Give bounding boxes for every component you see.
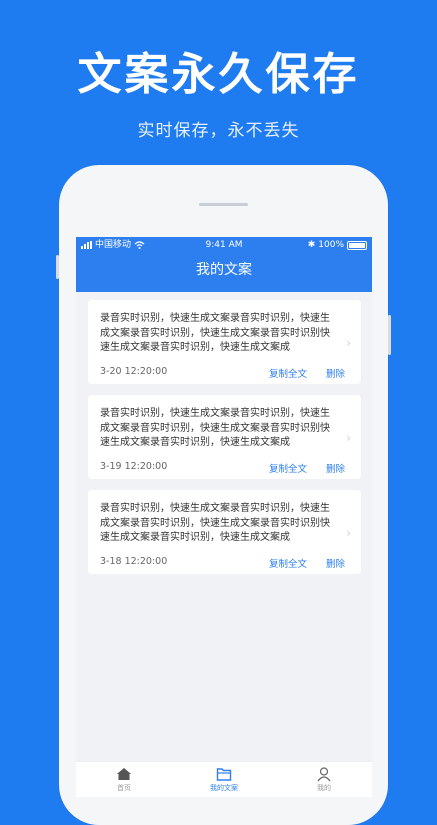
phone-frame: 中国移动 9:41 AM ✱ 100% 我的文案 录音实时识别，快速生成文案录音… bbox=[56, 165, 391, 825]
folder-icon bbox=[216, 768, 232, 781]
card-date: 3-20 12:20:00 bbox=[100, 366, 168, 377]
tab-profile[interactable]: 我的 bbox=[294, 766, 354, 794]
card-text: 录音实时识别，快速生成文案录音实时识别，快速生成文案录音实时识别，快速生成文案录… bbox=[100, 313, 330, 353]
phone-side-button bbox=[388, 315, 391, 355]
chevron-right-icon: › bbox=[346, 526, 351, 540]
list-item[interactable]: 录音实时识别，快速生成文案录音实时识别，快速生成文案录音实时识别，快速生成文案录… bbox=[88, 490, 361, 574]
list-item[interactable]: 录音实时识别，快速生成文案录音实时识别，快速生成文案录音实时识别，快速生成文案录… bbox=[88, 300, 361, 384]
status-bar: 中国移动 9:41 AM ✱ 100% bbox=[76, 237, 372, 253]
chevron-right-icon: › bbox=[346, 431, 351, 445]
phone-side-button bbox=[56, 255, 59, 279]
delete-button[interactable]: 删除 bbox=[326, 366, 345, 380]
list-item[interactable]: 录音实时识别，快速生成文案录音实时识别，快速生成文案录音实时识别，快速生成文案录… bbox=[88, 395, 361, 479]
home-icon bbox=[117, 768, 131, 780]
copy-all-button[interactable]: 复制全文 bbox=[269, 366, 307, 380]
tab-label: 我的文案 bbox=[210, 784, 238, 792]
card-date: 3-19 12:20:00 bbox=[100, 461, 168, 472]
bluetooth-icon: ✱ bbox=[307, 240, 316, 250]
tab-label: 首页 bbox=[117, 784, 131, 792]
chevron-right-icon: › bbox=[346, 336, 351, 350]
promo-subtitle: 实时保存，永不丢失 bbox=[137, 121, 300, 141]
battery-icon bbox=[347, 240, 367, 250]
nav-bar: 我的文案 bbox=[76, 253, 372, 292]
app-screen: 中国移动 9:41 AM ✱ 100% 我的文案 录音实时识别，快速生成文案录音… bbox=[76, 237, 372, 797]
card-text: 录音实时识别，快速生成文案录音实时识别，快速生成文案录音实时识别，快速生成文案录… bbox=[100, 503, 330, 543]
phone-speaker bbox=[199, 203, 248, 206]
tab-label: 我的 bbox=[317, 784, 331, 792]
delete-button[interactable]: 删除 bbox=[326, 461, 345, 475]
promo-title: 文案永久保存 bbox=[77, 49, 360, 100]
user-icon bbox=[317, 767, 331, 782]
tab-home[interactable]: 首页 bbox=[94, 766, 154, 794]
copy-all-button[interactable]: 复制全文 bbox=[269, 461, 307, 475]
card-date: 3-18 12:20:00 bbox=[100, 556, 168, 567]
delete-button[interactable]: 删除 bbox=[326, 556, 345, 570]
battery-percent: 100% bbox=[318, 240, 344, 250]
nav-title: 我的文案 bbox=[196, 262, 252, 278]
tab-my-copy[interactable]: 我的文案 bbox=[194, 766, 254, 794]
card-text: 录音实时识别，快速生成文案录音实时识别，快速生成文案录音实时识别，快速生成文案录… bbox=[100, 408, 330, 448]
copy-all-button[interactable]: 复制全文 bbox=[269, 556, 307, 570]
